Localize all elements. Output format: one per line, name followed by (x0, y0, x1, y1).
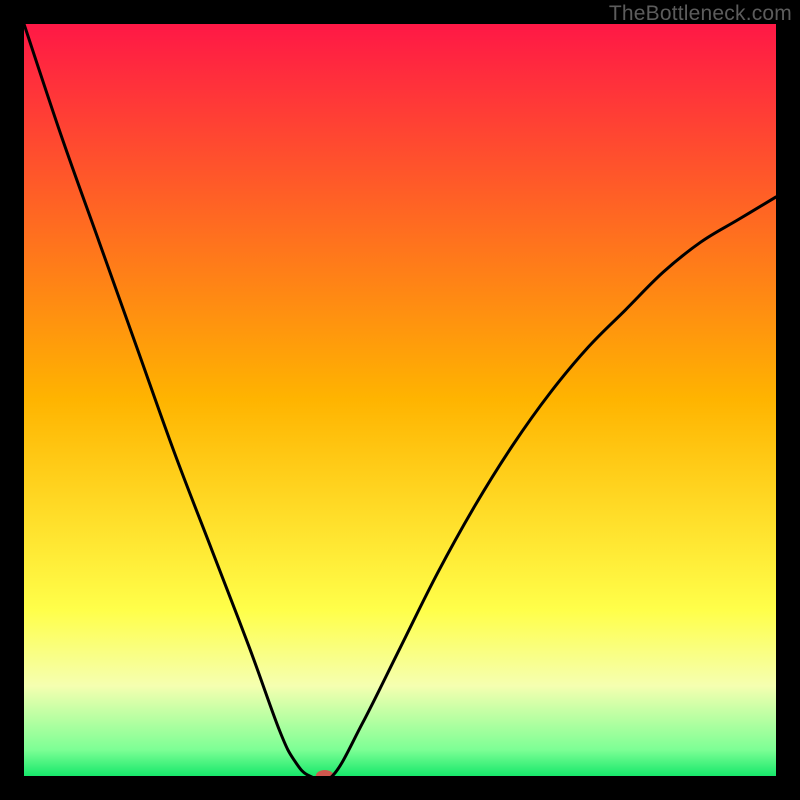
bottleneck-chart (24, 24, 776, 776)
gradient-background (24, 24, 776, 776)
watermark-text: TheBottleneck.com (609, 2, 792, 26)
chart-frame: TheBottleneck.com (0, 0, 800, 800)
plot-area (24, 24, 776, 776)
